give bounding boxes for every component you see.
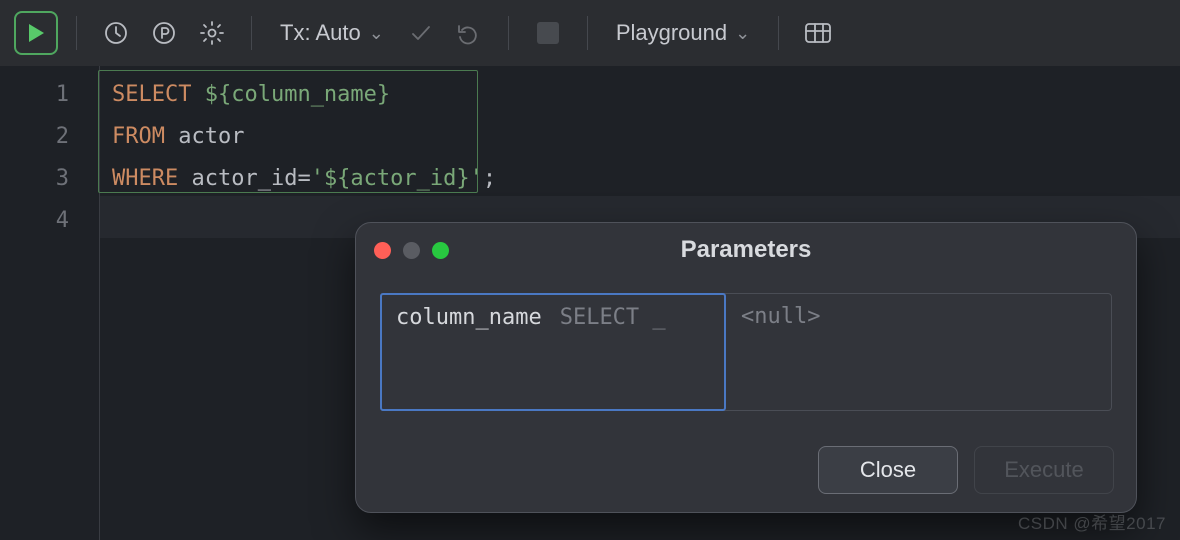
parameter-value-placeholder: <null> (741, 304, 820, 329)
undo-icon (456, 20, 482, 46)
parameters-dialog: Parameters column_name SELECT _ <null> C… (355, 222, 1137, 513)
parameter-value-cell[interactable]: <null> (725, 294, 1111, 410)
editor-toolbar: Tx: Auto ⌄ Playground ⌄ (0, 0, 1180, 66)
commit-button (400, 12, 442, 54)
code-line: WHERE actor_id='${actor_id}'; (112, 158, 1180, 200)
settings-button[interactable] (191, 12, 233, 54)
line-number: 3 (0, 158, 69, 200)
session-label: Playground (616, 20, 727, 46)
p-circle-icon (151, 20, 177, 46)
parameter-sql-fragment: SELECT _ (560, 305, 666, 330)
zoom-window-button[interactable] (432, 242, 449, 259)
chevron-down-icon: ⌄ (369, 23, 384, 44)
table-view-button[interactable] (797, 12, 839, 54)
parameter-row-selected[interactable]: column_name SELECT _ (380, 293, 726, 411)
parameter-name: column_name (396, 305, 542, 330)
dialog-title: Parameters (356, 236, 1136, 264)
toolbar-separator (508, 16, 509, 50)
dialog-buttons: Close Execute (818, 446, 1114, 494)
toolbar-separator (778, 16, 779, 50)
history-button[interactable] (95, 12, 137, 54)
explain-plan-button[interactable] (143, 12, 185, 54)
code-line: FROM actor (112, 116, 1180, 158)
stop-icon (537, 22, 559, 44)
line-number: 1 (0, 74, 69, 116)
tx-mode-label: Tx: Auto (280, 20, 361, 46)
dialog-body: column_name SELECT _ <null> (356, 277, 1136, 411)
history-icon (103, 20, 129, 46)
play-icon (27, 23, 45, 43)
execute-button: Execute (974, 446, 1114, 494)
window-controls (374, 242, 449, 259)
rollback-button (448, 12, 490, 54)
check-icon (408, 20, 434, 46)
table-icon (804, 22, 832, 44)
toolbar-separator (587, 16, 588, 50)
tx-mode-dropdown[interactable]: Tx: Auto ⌄ (270, 12, 394, 54)
close-window-button[interactable] (374, 242, 391, 259)
close-button[interactable]: Close (818, 446, 958, 494)
line-number: 2 (0, 116, 69, 158)
run-button[interactable] (14, 11, 58, 55)
toolbar-separator (251, 16, 252, 50)
minimize-window-button[interactable] (403, 242, 420, 259)
dialog-titlebar[interactable]: Parameters (356, 223, 1136, 277)
toolbar-separator (76, 16, 77, 50)
line-number: 4 (0, 200, 69, 242)
parameters-table: column_name SELECT _ <null> (380, 293, 1112, 411)
stop-button (527, 12, 569, 54)
session-dropdown[interactable]: Playground ⌄ (606, 12, 760, 54)
gear-icon (199, 20, 225, 46)
chevron-down-icon: ⌄ (735, 23, 750, 44)
code-line: SELECT ${column_name} (112, 74, 1180, 116)
watermark: CSDN @希望2017 (1018, 509, 1166, 534)
gutter: 1 2 3 4 (0, 66, 100, 540)
